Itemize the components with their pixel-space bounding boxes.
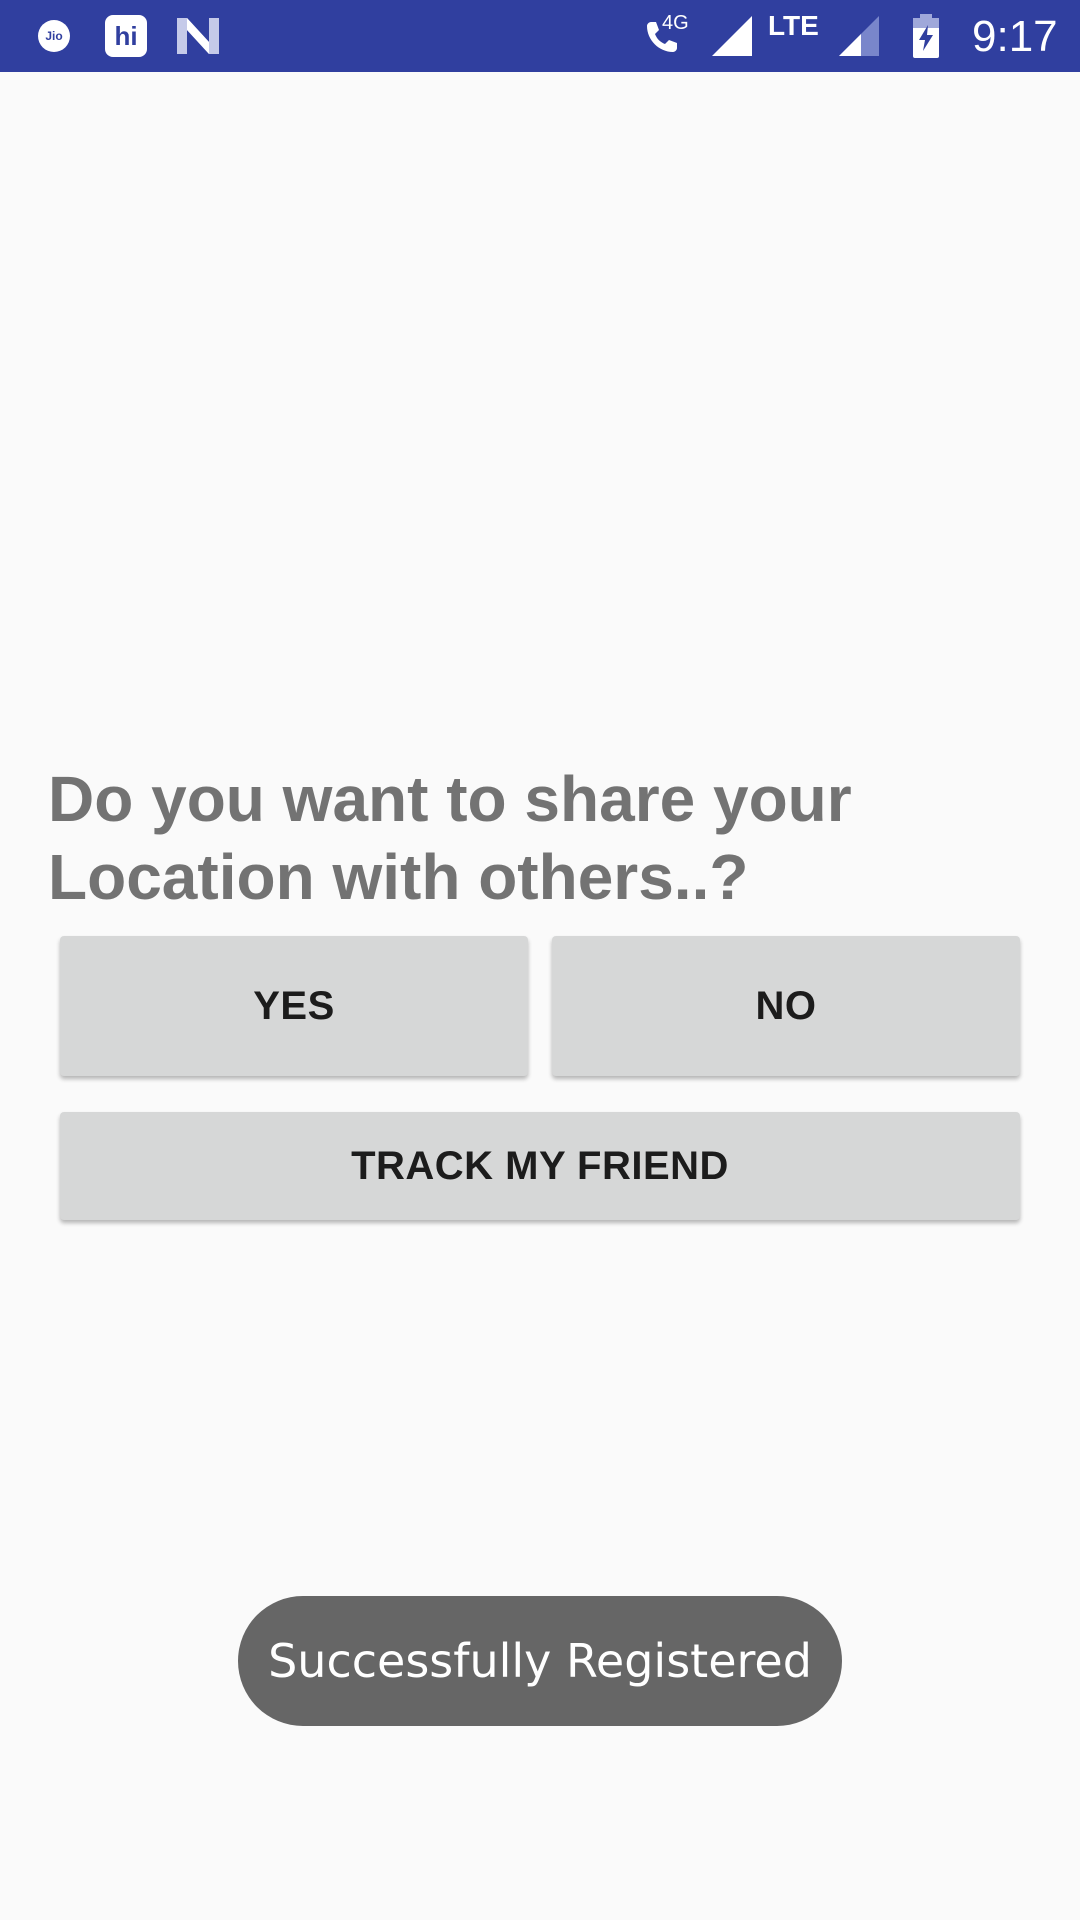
jio-icon-label: Jio [38,20,70,52]
n-icon [174,0,222,72]
status-clock: 9:17 [972,12,1058,61]
share-location-question: Do you want to share your Location with … [48,763,852,913]
no-button[interactable]: NO [552,936,1020,1076]
toast-message: Successfully Registered [238,1596,842,1726]
battery-charging-icon [908,0,944,72]
lte-label: LTE [768,10,819,41]
yes-button[interactable]: YES [60,936,528,1076]
signal-icon [708,0,756,72]
hi-icon: hi [104,0,148,72]
call-icon [640,0,686,72]
network-type-label: 4G [662,12,689,34]
hi-icon-label: hi [105,15,147,57]
track-my-friend-button[interactable]: TRACK MY FRIEND [60,1112,1020,1220]
signal-icon [836,0,882,72]
jio-icon: Jio [36,0,72,72]
status-bar: Jio hi 4G LTE 9:17 [0,0,1080,72]
